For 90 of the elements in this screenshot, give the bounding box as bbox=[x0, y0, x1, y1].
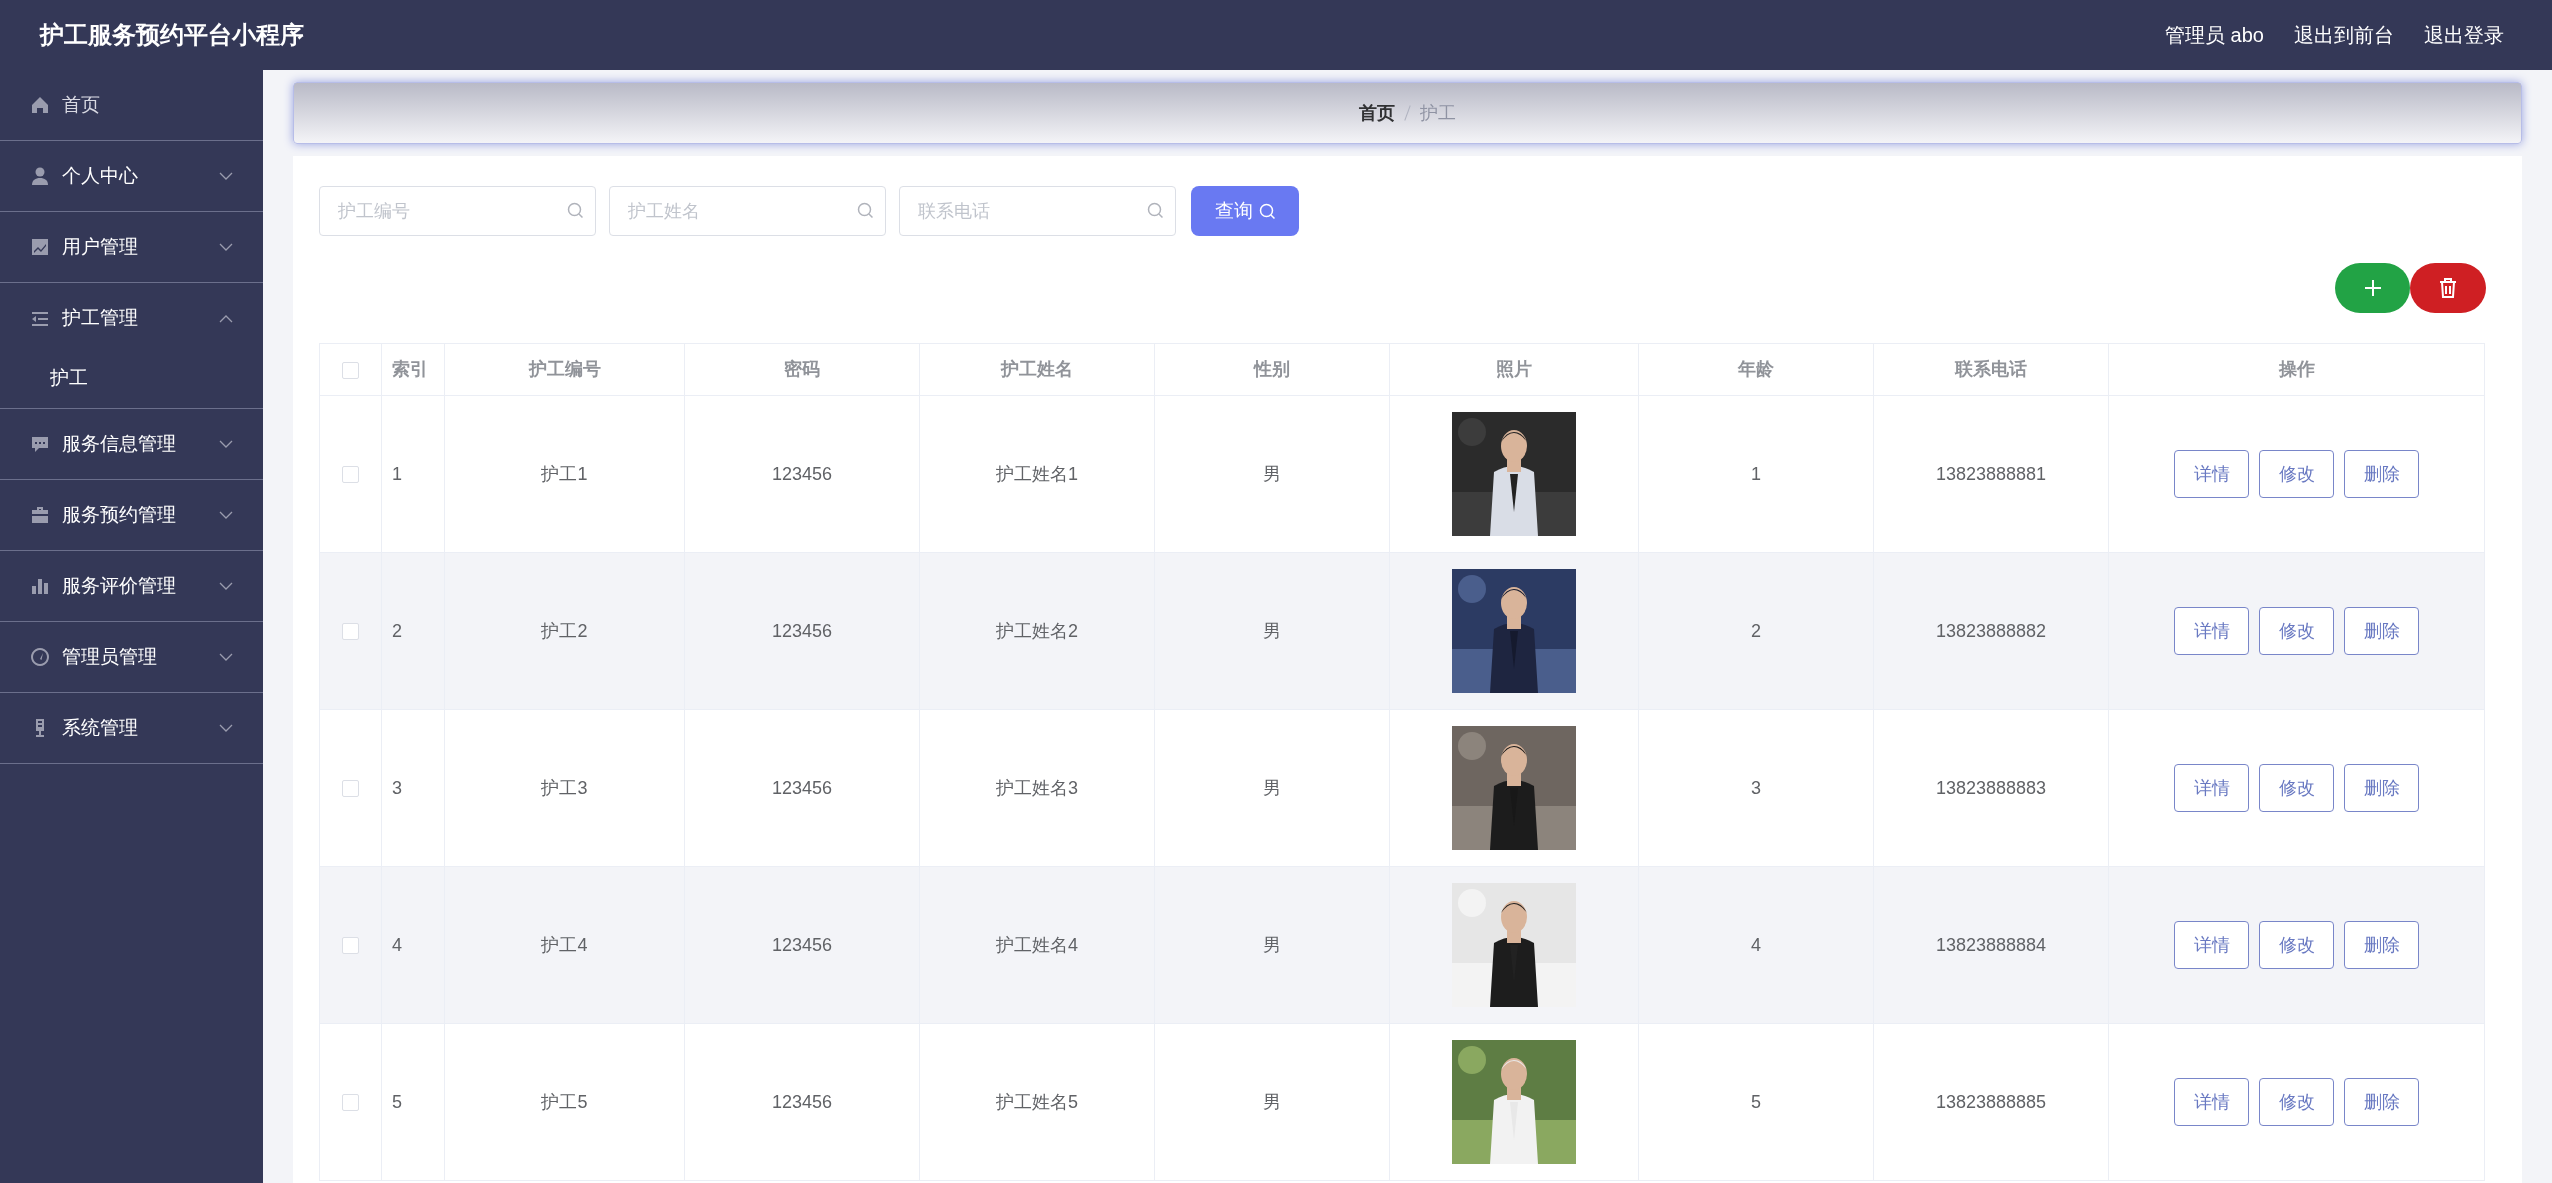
column-header: 性别 bbox=[1154, 343, 1390, 396]
table-cell: 护工4 bbox=[541, 934, 588, 955]
row-checkbox[interactable] bbox=[342, 780, 359, 798]
table-cell: 13823888881 bbox=[1935, 463, 2047, 484]
table-cell: 1 bbox=[1751, 463, 1761, 484]
action-button[interactable]: 修改 bbox=[2259, 1078, 2334, 1126]
column-header: 操作 bbox=[2108, 343, 2485, 396]
table-cell: 123456 bbox=[771, 777, 833, 798]
action-button[interactable]: 修改 bbox=[2259, 607, 2334, 655]
action-button[interactable]: 修改 bbox=[2259, 450, 2334, 498]
row-checkbox[interactable] bbox=[342, 623, 359, 641]
action-button[interactable]: 详情 bbox=[2174, 607, 2249, 655]
table-cell: 5 bbox=[1751, 1091, 1761, 1112]
table-cell: 护工2 bbox=[541, 620, 588, 641]
search-icon bbox=[1147, 202, 1164, 219]
search-icon bbox=[567, 202, 584, 219]
chat-icon bbox=[30, 434, 50, 454]
table-cell: 男 bbox=[1263, 1091, 1281, 1112]
action-button[interactable]: 详情 bbox=[2174, 450, 2249, 498]
column-header: 照片 bbox=[1389, 343, 1639, 396]
row-checkbox[interactable] bbox=[342, 937, 359, 955]
action-button[interactable]: 详情 bbox=[2174, 764, 2249, 812]
table-cell: 护工姓名3 bbox=[996, 777, 1078, 798]
search-icon bbox=[857, 202, 874, 219]
table-cell: 13823888885 bbox=[1935, 1091, 2047, 1112]
action-button[interactable]: 删除 bbox=[2344, 764, 2419, 812]
chart-icon bbox=[30, 237, 50, 257]
table-cell: 男 bbox=[1263, 620, 1281, 641]
table-cell: 护工5 bbox=[541, 1091, 588, 1112]
table-cell: 护工姓名2 bbox=[996, 620, 1078, 641]
action-button[interactable]: 删除 bbox=[2344, 450, 2419, 498]
app-title: 护工服务预约平台小程序 bbox=[40, 20, 304, 50]
search-field[interactable]: 联系电话 bbox=[899, 186, 1176, 236]
table-cell: 男 bbox=[1263, 463, 1281, 484]
row-checkbox[interactable] bbox=[342, 466, 359, 484]
add-button[interactable] bbox=[2335, 263, 2410, 313]
action-button[interactable]: 删除 bbox=[2344, 607, 2419, 655]
table-cell: 护工1 bbox=[541, 463, 588, 484]
column-header: 护工编号 bbox=[444, 343, 685, 396]
row-checkbox[interactable] bbox=[342, 1094, 359, 1112]
column-header: 护工姓名 bbox=[919, 343, 1155, 396]
table-cell: 5 bbox=[392, 1091, 402, 1112]
breadcrumb-link[interactable]: 首页 bbox=[1359, 99, 1395, 127]
trash-icon bbox=[2439, 278, 2457, 298]
table-cell: 2 bbox=[1751, 620, 1761, 641]
action-button[interactable]: 详情 bbox=[2174, 1078, 2249, 1126]
plus-icon bbox=[2362, 278, 2383, 298]
briefcase-icon bbox=[30, 505, 50, 525]
table-cell: 男 bbox=[1263, 777, 1281, 798]
header-link[interactable]: 退出到前台 bbox=[2294, 20, 2394, 50]
table-cell: 13823888883 bbox=[1935, 777, 2047, 798]
table-cell: 护工姓名5 bbox=[996, 1091, 1078, 1112]
action-button[interactable]: 详情 bbox=[2174, 921, 2249, 969]
breadcrumb-link[interactable]: 护工 bbox=[1420, 99, 1456, 127]
action-button[interactable]: 删除 bbox=[2344, 921, 2419, 969]
table-cell: 123456 bbox=[771, 463, 833, 484]
table-cell: 护工姓名1 bbox=[996, 463, 1078, 484]
action-button[interactable]: 删除 bbox=[2344, 1078, 2419, 1126]
column-header: 索引 bbox=[381, 343, 445, 396]
table-cell: 13823888884 bbox=[1935, 934, 2047, 955]
action-button[interactable]: 修改 bbox=[2259, 921, 2334, 969]
table-cell: 3 bbox=[1751, 777, 1761, 798]
user-icon bbox=[30, 166, 50, 186]
table-cell: 男 bbox=[1263, 934, 1281, 955]
select-all-checkbox[interactable] bbox=[342, 361, 359, 379]
column-header: 联系电话 bbox=[1873, 343, 2109, 396]
home-icon bbox=[30, 95, 50, 115]
column-header: 密码 bbox=[684, 343, 920, 396]
table-cell: 4 bbox=[1751, 934, 1761, 955]
table-cell: 1 bbox=[392, 463, 402, 484]
search-field[interactable]: 护工姓名 bbox=[609, 186, 886, 236]
header-link[interactable]: 管理员 abo bbox=[2165, 20, 2264, 50]
table-cell: 123456 bbox=[771, 1091, 833, 1112]
table-cell: 2 bbox=[392, 620, 402, 641]
column-header: 年龄 bbox=[1638, 343, 1874, 396]
header-link[interactable]: 退出登录 bbox=[2424, 20, 2504, 50]
table-cell: 123456 bbox=[771, 934, 833, 955]
bar-chart-icon bbox=[30, 576, 50, 596]
gauge-icon bbox=[30, 647, 50, 667]
table-cell: 13823888882 bbox=[1935, 620, 2047, 641]
search-button[interactable]: 查询 bbox=[1191, 186, 1299, 236]
table-cell: 3 bbox=[392, 777, 402, 798]
search-icon bbox=[1258, 202, 1276, 220]
table-cell: 4 bbox=[392, 934, 402, 955]
search-field[interactable]: 护工编号 bbox=[319, 186, 596, 236]
action-button[interactable]: 修改 bbox=[2259, 764, 2334, 812]
table-cell: 护工3 bbox=[541, 777, 588, 798]
table-cell: 123456 bbox=[771, 620, 833, 641]
delete-button[interactable] bbox=[2410, 263, 2486, 313]
table-cell: 护工姓名4 bbox=[996, 934, 1078, 955]
